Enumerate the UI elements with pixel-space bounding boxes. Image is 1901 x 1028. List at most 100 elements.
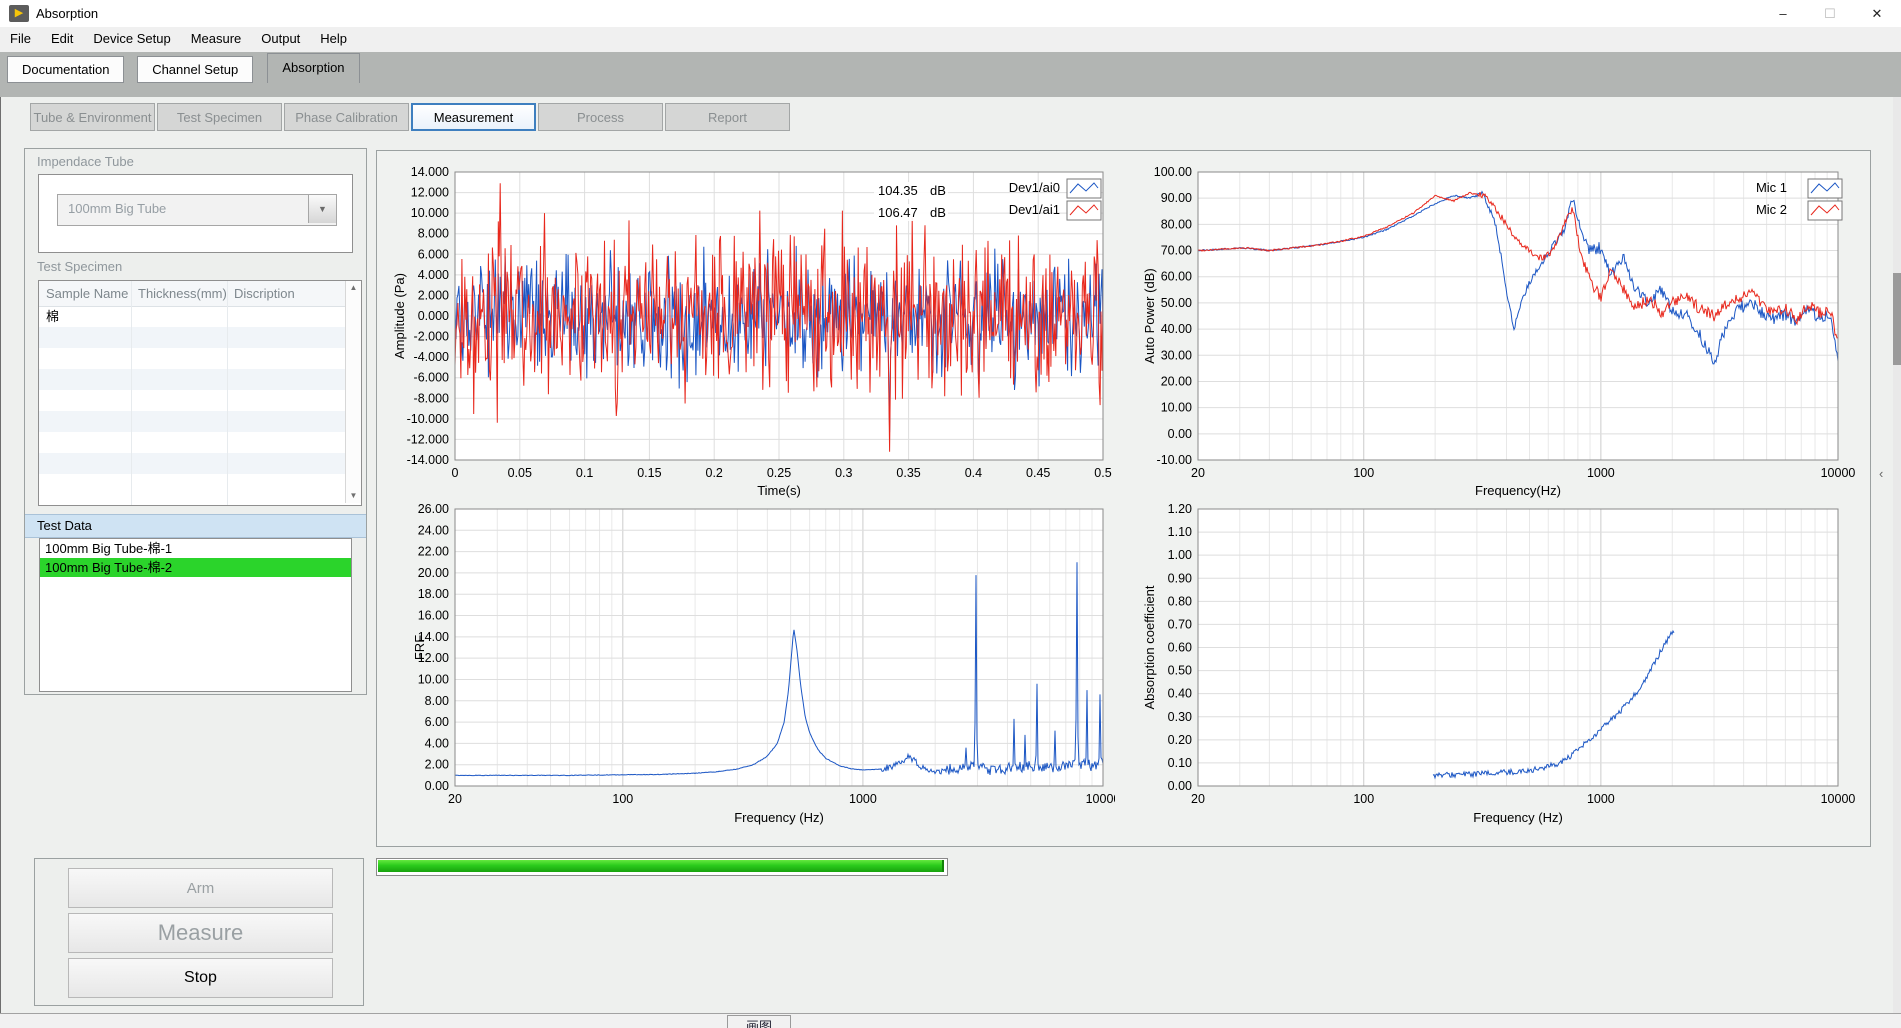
tab-channel-setup[interactable]: Channel Setup bbox=[137, 56, 253, 83]
svg-text:10.00: 10.00 bbox=[418, 672, 449, 686]
svg-text:-10.000: -10.000 bbox=[407, 412, 449, 426]
frf-chart: 26.0024.0022.0020.0018.0016.0014.0012.00… bbox=[390, 500, 1115, 835]
svg-text:60.00: 60.00 bbox=[1161, 270, 1192, 284]
progress-fill bbox=[378, 860, 944, 872]
svg-text:-8.000: -8.000 bbox=[414, 391, 449, 405]
svg-text:20.00: 20.00 bbox=[1161, 374, 1192, 388]
svg-text:0.35: 0.35 bbox=[896, 466, 920, 480]
svg-text:10000: 10000 bbox=[1821, 466, 1856, 480]
arm-button[interactable]: Arm bbox=[68, 868, 333, 908]
bottom-tab[interactable]: 画图 bbox=[727, 1015, 791, 1028]
menu-help[interactable]: Help bbox=[310, 27, 357, 46]
stop-button[interactable]: Stop bbox=[68, 958, 333, 998]
tube-dropdown[interactable]: 100mm Big Tube ▼ bbox=[57, 194, 337, 226]
svg-text:-2.000: -2.000 bbox=[414, 330, 449, 344]
frf-svg: 26.0024.0022.0020.0018.0016.0014.0012.00… bbox=[390, 500, 1115, 835]
subtab-test-specimen[interactable]: Test Specimen bbox=[157, 103, 282, 131]
svg-text:0.15: 0.15 bbox=[637, 466, 661, 480]
x-axis-label: Frequency (Hz) bbox=[734, 810, 824, 825]
svg-text:100: 100 bbox=[1353, 792, 1374, 806]
scrollbar-thumb[interactable] bbox=[1893, 273, 1901, 365]
svg-text:0: 0 bbox=[452, 466, 459, 480]
table-row[interactable] bbox=[39, 327, 346, 348]
subtab-phase-calibration[interactable]: Phase Calibration bbox=[284, 103, 409, 131]
tab-absorption[interactable]: Absorption bbox=[267, 53, 359, 83]
x-axis-label: Time(s) bbox=[757, 483, 801, 498]
table-row[interactable] bbox=[39, 411, 346, 432]
menu-bar: FileEditDevice SetupMeasureOutputHelp bbox=[0, 27, 1901, 53]
measure-button[interactable]: Measure bbox=[68, 913, 333, 953]
vertical-scrollbar[interactable] bbox=[1893, 97, 1901, 1013]
chevron-down-icon[interactable]: ▼ bbox=[308, 195, 336, 223]
svg-text:-12.000: -12.000 bbox=[407, 432, 449, 446]
tab-strip: Documentation Channel Setup Absorption bbox=[0, 52, 1901, 97]
list-item[interactable]: 100mm Big Tube-棉-1 bbox=[40, 539, 351, 558]
svg-text:0.00: 0.00 bbox=[1168, 779, 1192, 793]
tab-documentation[interactable]: Documentation bbox=[7, 56, 124, 83]
svg-text:20: 20 bbox=[1191, 792, 1205, 806]
scroll-up-icon[interactable]: ▲ bbox=[346, 281, 361, 295]
svg-text:0.30: 0.30 bbox=[1168, 710, 1192, 724]
menu-output[interactable]: Output bbox=[251, 27, 310, 46]
table-row[interactable] bbox=[39, 432, 346, 453]
menu-file[interactable]: File bbox=[0, 27, 41, 46]
test-data-list[interactable]: 100mm Big Tube-棉-1100mm Big Tube-棉-2 bbox=[39, 538, 352, 692]
svg-text:0.2: 0.2 bbox=[706, 466, 723, 480]
svg-text:80.00: 80.00 bbox=[1161, 217, 1192, 231]
subtab-tube-environment[interactable]: Tube & Environment bbox=[30, 103, 155, 131]
menu-measure[interactable]: Measure bbox=[181, 27, 252, 46]
window-title: Absorption bbox=[36, 6, 98, 21]
svg-text:1000: 1000 bbox=[1587, 792, 1615, 806]
svg-text:18.00: 18.00 bbox=[418, 587, 449, 601]
svg-text:40.00: 40.00 bbox=[1161, 322, 1192, 336]
svg-text:0.05: 0.05 bbox=[508, 466, 532, 480]
test-data-title: Test Data bbox=[37, 518, 92, 533]
subtab-process[interactable]: Process bbox=[538, 103, 663, 131]
svg-text:0.90: 0.90 bbox=[1168, 571, 1192, 585]
svg-text:12.000: 12.000 bbox=[411, 186, 449, 200]
table-scrollbar[interactable]: ▲ ▼ bbox=[345, 281, 361, 503]
measurement-progress-bar bbox=[376, 858, 948, 876]
svg-text:30.00: 30.00 bbox=[1161, 348, 1192, 362]
minimize-button[interactable]: – bbox=[1760, 0, 1806, 27]
svg-text:-14.000: -14.000 bbox=[407, 453, 449, 467]
svg-text:0.70: 0.70 bbox=[1168, 617, 1192, 631]
svg-text:6.000: 6.000 bbox=[418, 247, 449, 261]
time-svg: 14.00012.00010.0008.0006.0004.0002.0000.… bbox=[390, 165, 1115, 500]
collapse-arrow-icon[interactable]: ‹ bbox=[1879, 466, 1883, 481]
table-row[interactable] bbox=[39, 474, 346, 495]
autopower-svg: 100.0090.0080.0070.0060.0050.0040.0030.0… bbox=[1140, 165, 1885, 500]
subtab-strip: Tube & EnvironmentTest SpecimenPhase Cal… bbox=[30, 103, 790, 131]
menu-device-setup[interactable]: Device Setup bbox=[83, 27, 180, 46]
svg-text:2.000: 2.000 bbox=[418, 288, 449, 302]
y-axis-label: Amplitude (Pa) bbox=[392, 273, 407, 359]
absorption-coefficient-chart: 1.201.101.000.900.800.700.600.500.400.30… bbox=[1140, 500, 1885, 835]
table-row[interactable] bbox=[39, 348, 346, 369]
test-specimen-table[interactable]: Sample NameThickness(mm)Discription 棉 ▲ … bbox=[38, 280, 362, 506]
scroll-down-icon[interactable]: ▼ bbox=[346, 489, 361, 503]
menu-edit[interactable]: Edit bbox=[41, 27, 83, 46]
svg-text:22.00: 22.00 bbox=[418, 545, 449, 559]
subtab-report[interactable]: Report bbox=[665, 103, 790, 131]
subtab-measurement[interactable]: Measurement bbox=[411, 103, 536, 131]
svg-text:0.80: 0.80 bbox=[1168, 594, 1192, 608]
svg-text:0.45: 0.45 bbox=[1026, 466, 1050, 480]
table-row[interactable] bbox=[39, 453, 346, 474]
svg-text:8.00: 8.00 bbox=[425, 694, 449, 708]
svg-text:0.20: 0.20 bbox=[1168, 733, 1192, 747]
close-button[interactable]: ✕ bbox=[1854, 0, 1900, 27]
svg-text:0.000: 0.000 bbox=[418, 309, 449, 323]
svg-text:1000: 1000 bbox=[1587, 466, 1615, 480]
svg-text:0.3: 0.3 bbox=[835, 466, 852, 480]
list-item[interactable]: 100mm Big Tube-棉-2 bbox=[40, 558, 351, 577]
svg-text:4.000: 4.000 bbox=[418, 268, 449, 282]
table-row[interactable] bbox=[39, 390, 346, 411]
svg-text:24.00: 24.00 bbox=[418, 523, 449, 537]
table-body[interactable]: 棉 bbox=[39, 306, 346, 503]
table-row[interactable] bbox=[39, 369, 346, 390]
svg-text:0.10: 0.10 bbox=[1168, 756, 1192, 770]
impedance-tube-box: 100mm Big Tube ▼ bbox=[38, 174, 353, 253]
maximize-button[interactable]: ☐ bbox=[1807, 0, 1853, 27]
svg-text:20: 20 bbox=[1191, 466, 1205, 480]
table-row[interactable]: 棉 bbox=[39, 306, 346, 327]
